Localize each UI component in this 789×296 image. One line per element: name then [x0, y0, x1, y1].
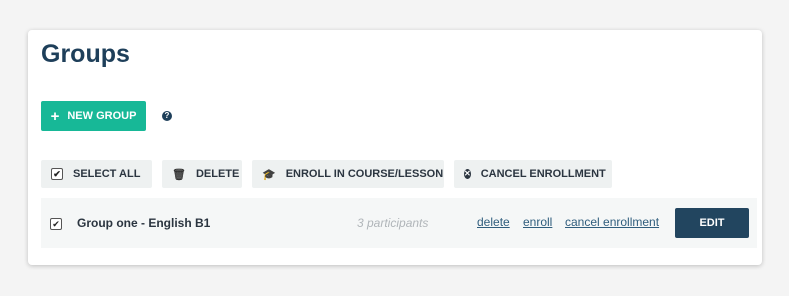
table-row: ✔ Group one - English B1 3 participants …	[41, 198, 757, 248]
groups-panel: Groups + NEW GROUP ? ✔ SELECT ALL 🗑 DELE…	[28, 30, 762, 265]
delete-label: DELETE	[195, 168, 240, 180]
plus-icon: +	[50, 107, 60, 125]
select-all-button[interactable]: ✔ SELECT ALL	[41, 160, 152, 188]
enroll-link[interactable]: enroll	[523, 215, 552, 229]
enroll-course-button[interactable]: 🎓 ENROLL IN COURSE/LESSON	[252, 160, 444, 188]
new-group-label: NEW GROUP	[67, 110, 137, 122]
edit-button[interactable]: EDIT	[675, 208, 749, 238]
trash-icon: 🗑	[172, 168, 186, 181]
row-checkbox[interactable]: ✔	[50, 218, 62, 230]
enroll-course-label: ENROLL IN COURSE/LESSON	[285, 168, 444, 180]
participants-count: 3 participants	[357, 216, 429, 230]
delete-button[interactable]: 🗑 DELETE	[162, 160, 242, 188]
times-circle-icon: ✕	[464, 169, 471, 179]
group-name: Group one - English B1	[77, 216, 211, 230]
delete-link[interactable]: delete	[477, 215, 510, 229]
new-group-button[interactable]: + NEW GROUP	[41, 101, 146, 131]
cancel-enrollment-link[interactable]: cancel enrollment	[565, 215, 659, 229]
select-all-label: SELECT ALL	[73, 168, 141, 180]
cancel-enrollment-label: CANCEL ENROLLMENT	[480, 168, 606, 180]
page-title: Groups	[41, 40, 130, 68]
cancel-enrollment-button[interactable]: ✕ CANCEL ENROLLMENT	[454, 160, 612, 188]
graduation-cap-icon: 🎓	[262, 168, 276, 181]
question-circle-icon[interactable]: ?	[162, 111, 172, 121]
checkbox-icon: ✔	[51, 168, 63, 180]
